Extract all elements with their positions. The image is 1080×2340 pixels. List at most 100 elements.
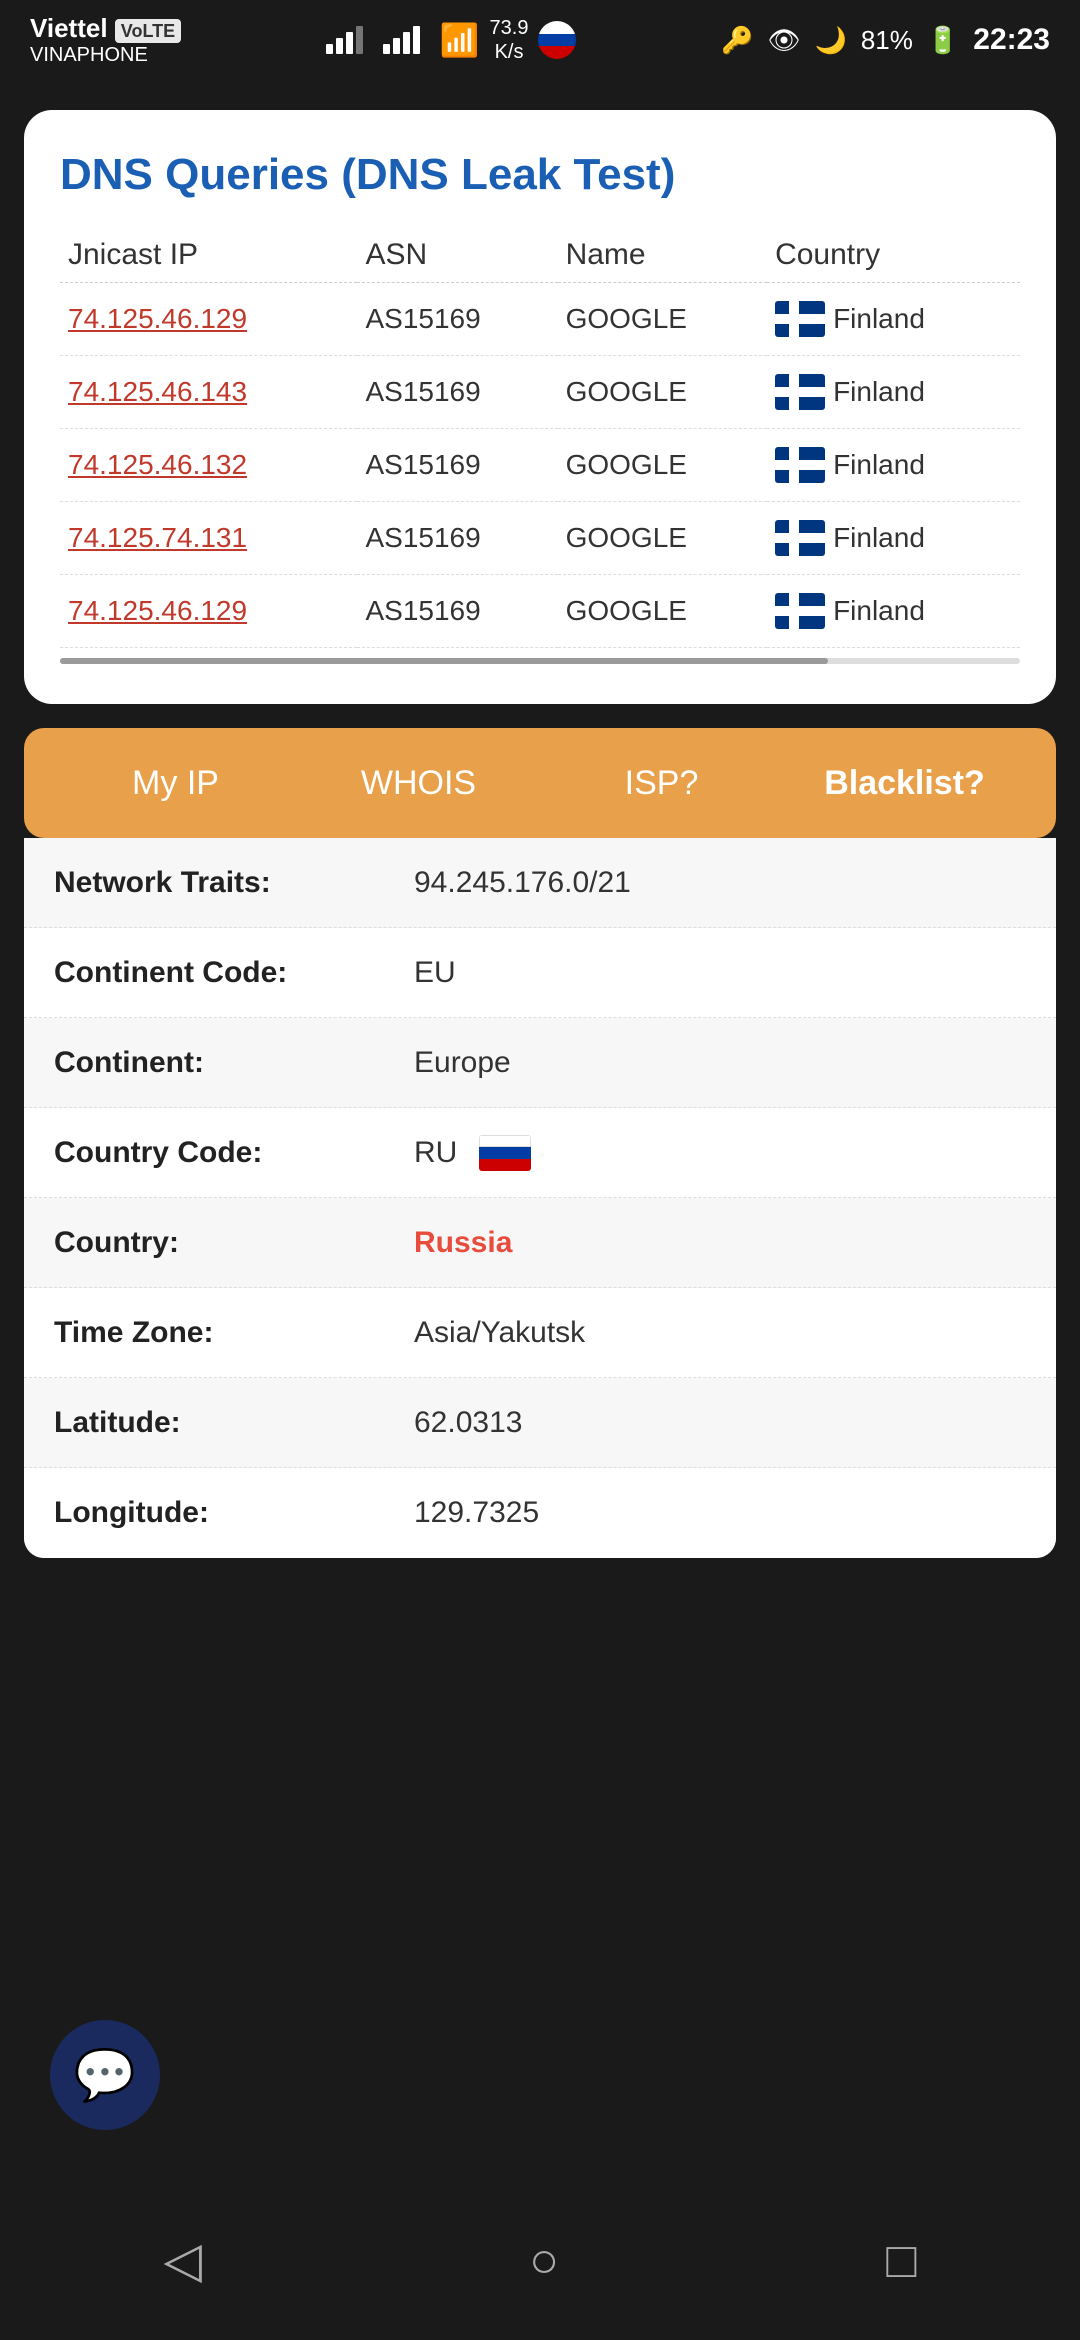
col-ip: Jnicast IP xyxy=(60,228,357,283)
country-name: Finland xyxy=(833,522,925,554)
recents-button[interactable]: □ xyxy=(886,2231,916,2289)
dns-table: Jnicast IP ASN Name Country 74.125.46.12… xyxy=(60,228,1020,648)
info-label: Country Code: xyxy=(24,1114,394,1192)
main-content: DNS Queries (DNS Leak Test) Jnicast IP A… xyxy=(0,80,1080,1588)
cell-country: Finland xyxy=(767,283,1020,356)
info-label: Longitude: xyxy=(24,1474,394,1552)
cell-asn: AS15169 xyxy=(357,429,557,502)
table-header: Jnicast IP ASN Name Country xyxy=(60,228,1020,283)
cell-country: Finland xyxy=(767,429,1020,502)
info-row: Continent: Europe xyxy=(24,1018,1056,1108)
cell-country: Finland xyxy=(767,575,1020,648)
dns-title: DNS Queries (DNS Leak Test) xyxy=(60,150,1020,200)
info-row: Country: Russia xyxy=(24,1198,1056,1288)
moon-icon: 🌙 xyxy=(814,25,846,56)
info-card: Network Traits: 94.245.176.0/21 Continen… xyxy=(24,838,1056,1558)
cell-asn: AS15169 xyxy=(357,283,557,356)
country-name: Finland xyxy=(833,376,925,408)
info-value-cell: 94.245.176.0/21 xyxy=(394,844,1056,922)
info-label: Network Traits: xyxy=(24,844,394,922)
flag-icon xyxy=(538,21,576,59)
scroll-thumb xyxy=(60,658,828,664)
info-label: Continent: xyxy=(24,1024,394,1102)
cell-country: Finland xyxy=(767,356,1020,429)
info-value-cell: RU xyxy=(394,1113,1056,1193)
info-row: Country Code: RU xyxy=(24,1108,1056,1198)
info-label: Time Zone: xyxy=(24,1294,394,1372)
scroll-hint xyxy=(60,658,1020,664)
country-name: Finland xyxy=(833,449,925,481)
cell-ip[interactable]: 74.125.46.129 xyxy=(60,283,357,356)
carrier-info: Viettel VoLTE VINAPHONE xyxy=(30,13,181,67)
clock: 22:23 xyxy=(973,23,1050,57)
info-value: Asia/Yakutsk xyxy=(414,1316,585,1349)
tab-whois[interactable]: WHOIS xyxy=(297,754,540,813)
signal-bars-2 xyxy=(383,26,420,54)
country-value: Russia xyxy=(414,1226,512,1259)
country-name: Finland xyxy=(833,595,925,627)
info-value: Europe xyxy=(414,1046,511,1079)
info-label: Latitude: xyxy=(24,1384,394,1462)
chat-icon: 💬 xyxy=(74,2046,136,2105)
info-label: Continent Code: xyxy=(24,934,394,1012)
table-row: 74.125.46.143 AS15169 GOOGLE Finland xyxy=(60,356,1020,429)
cell-ip[interactable]: 74.125.46.143 xyxy=(60,356,357,429)
cell-name: GOOGLE xyxy=(558,575,767,648)
info-row: Latitude: 62.0313 xyxy=(24,1378,1056,1468)
cell-country: Finland xyxy=(767,502,1020,575)
carrier-name: Viettel VoLTE xyxy=(30,13,181,44)
battery-icon: 🔋 xyxy=(927,25,959,56)
finland-flag xyxy=(775,301,825,337)
cell-name: GOOGLE xyxy=(558,356,767,429)
cell-asn: AS15169 xyxy=(357,356,557,429)
country-name: Finland xyxy=(833,303,925,335)
tab-my-ip[interactable]: My IP xyxy=(54,754,297,813)
back-button[interactable]: ◁ xyxy=(164,2231,202,2289)
cell-name: GOOGLE xyxy=(558,429,767,502)
cell-ip[interactable]: 74.125.46.132 xyxy=(60,429,357,502)
cell-name: GOOGLE xyxy=(558,502,767,575)
eye-icon: 👁 xyxy=(767,25,800,56)
info-row: Network Traits: 94.245.176.0/21 xyxy=(24,838,1056,928)
info-row: Time Zone: Asia/Yakutsk xyxy=(24,1288,1056,1378)
info-label: Country: xyxy=(24,1204,394,1282)
provider-name: VINAPHONE xyxy=(30,44,181,67)
russia-flag xyxy=(479,1135,531,1171)
info-value-cell: 129.7325 xyxy=(394,1474,1056,1552)
wifi-icon: 📶 xyxy=(440,21,480,59)
table-row: 74.125.46.129 AS15169 GOOGLE Finland xyxy=(60,283,1020,356)
info-value-cell: Europe xyxy=(394,1024,1056,1102)
info-value: EU xyxy=(414,956,456,989)
cell-asn: AS15169 xyxy=(357,575,557,648)
speed-display: 73.9K/s xyxy=(490,16,529,64)
chat-bubble[interactable]: 💬 xyxy=(50,2020,160,2130)
tab-isp[interactable]: ISP? xyxy=(540,754,783,813)
cell-name: GOOGLE xyxy=(558,283,767,356)
status-icons: 🔑 👁 🌙 81% 🔋 22:23 xyxy=(721,23,1050,57)
cell-asn: AS15169 xyxy=(357,502,557,575)
finland-flag xyxy=(775,374,825,410)
finland-flag xyxy=(775,520,825,556)
finland-flag xyxy=(775,593,825,629)
info-row: Longitude: 129.7325 xyxy=(24,1468,1056,1558)
signal-bars-1 xyxy=(326,26,363,54)
dns-card: DNS Queries (DNS Leak Test) Jnicast IP A… xyxy=(24,110,1056,704)
cell-ip[interactable]: 74.125.46.129 xyxy=(60,575,357,648)
home-button[interactable]: ○ xyxy=(529,2231,559,2289)
info-value: 62.0313 xyxy=(414,1406,522,1439)
info-value-cell: Russia xyxy=(394,1204,1056,1282)
signal-area: 📶 73.9K/s xyxy=(326,16,577,64)
table-row: 74.125.74.131 AS15169 GOOGLE Finland xyxy=(60,502,1020,575)
col-asn: ASN xyxy=(357,228,557,283)
cell-ip[interactable]: 74.125.74.131 xyxy=(60,502,357,575)
key-icon: 🔑 xyxy=(721,25,753,56)
tab-blacklist[interactable]: Blacklist? xyxy=(783,754,1026,813)
info-value-cell: EU xyxy=(394,934,1056,1012)
bottom-nav: ◁ ○ □ xyxy=(0,2180,1080,2340)
info-row: Continent Code: EU xyxy=(24,928,1056,1018)
info-value: 129.7325 xyxy=(414,1496,539,1529)
finland-flag xyxy=(775,447,825,483)
table-row: 74.125.46.132 AS15169 GOOGLE Finland xyxy=(60,429,1020,502)
country-code-value: RU xyxy=(414,1136,457,1170)
info-value: 94.245.176.0/21 xyxy=(414,866,631,899)
